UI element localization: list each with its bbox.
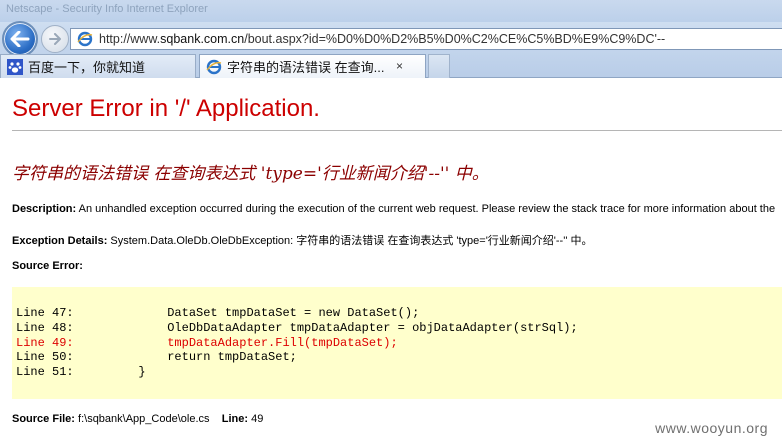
browser-chrome: Netscape - Security Info Internet Explor… xyxy=(0,0,782,78)
page-title: Server Error in '/' Application. xyxy=(12,95,320,122)
code-line: Line 47: DataSet tmpDataSet = new DataSe… xyxy=(16,306,419,320)
code-line: Line 51: } xyxy=(16,365,146,379)
address-url: http://www.sqbank.com.cn/bout.aspx?id=%D… xyxy=(99,32,665,46)
url-domain: sqbank.com.cn xyxy=(160,32,245,46)
tab-baidu-label: 百度一下，你就知道 xyxy=(28,60,146,75)
code-line-text: DataSet tmpDataSet = new DataSet(); xyxy=(73,306,420,320)
description-label: Description: xyxy=(12,203,77,215)
source-file-label: Source File: xyxy=(12,413,75,425)
source-code-box: Line 47: DataSet tmpDataSet = new DataSe… xyxy=(12,287,782,399)
source-error-label: Source Error: xyxy=(12,260,83,272)
code-line-number: Line 49: xyxy=(16,335,74,350)
ie-page-icon xyxy=(77,31,93,47)
description: Description: An unhandled exception occu… xyxy=(12,203,775,215)
tab-baidu[interactable]: 百度一下，你就知道 xyxy=(0,54,196,78)
error-message: 字符串的语法错误 在查询表达式 'type='行业新闻介绍'--'' 中。 xyxy=(12,164,489,184)
code-line-highlighted: Line 49: tmpDataAdapter.Fill(tmpDataSet)… xyxy=(16,336,398,350)
code-line-text: return tmpDataSet; xyxy=(73,350,297,365)
code-line-number: Line 48: xyxy=(16,320,74,335)
code-line: Line 50: return tmpDataSet; xyxy=(16,350,297,364)
tab-strip: 百度一下，你就知道 字符串的语法错误 在查询... × xyxy=(0,53,782,78)
url-prefix: http://www. xyxy=(99,32,161,46)
source-file: Source File: f:\sqbank\App_Code\ole.cs L… xyxy=(12,413,263,425)
description-text: An unhandled exception occurred during t… xyxy=(76,203,776,215)
code-line-text: OleDbDataAdapter tmpDataAdapter = objDat… xyxy=(73,320,578,335)
watermark: www.wooyun.org xyxy=(655,420,768,436)
title-divider xyxy=(12,130,782,131)
forward-arrow-icon xyxy=(49,33,61,45)
code-line: Line 48: OleDbDataAdapter tmpDataAdapter… xyxy=(16,321,578,335)
forward-button[interactable] xyxy=(41,25,69,53)
code-line-text: } xyxy=(73,365,146,380)
tab-active[interactable]: 字符串的语法错误 在查询... × xyxy=(199,54,426,78)
baidu-paw-icon xyxy=(7,58,23,75)
source-file-value: f:\sqbank\App_Code\ole.cs xyxy=(74,413,210,425)
line-value: 49 xyxy=(248,413,264,425)
code-line-number: Line 51: xyxy=(16,365,74,380)
code-line-text: tmpDataAdapter.Fill(tmpDataSet); xyxy=(73,335,398,350)
source-code: Line 47: DataSet tmpDataSet = new DataSe… xyxy=(16,306,578,380)
code-line-number: Line 47: xyxy=(16,306,74,320)
page-content: Server Error in '/' Application. 字符串的语法错… xyxy=(0,79,782,438)
address-bar[interactable]: http://www.sqbank.com.cn/bout.aspx?id=%D… xyxy=(70,28,782,50)
back-button[interactable] xyxy=(2,21,38,57)
tab-close-icon[interactable]: × xyxy=(396,59,403,73)
new-tab-button[interactable] xyxy=(428,54,450,78)
code-line-number: Line 50: xyxy=(16,350,74,365)
ie-tab-icon xyxy=(206,59,222,75)
window-title: Netscape - Security Info Internet Explor… xyxy=(6,3,208,15)
tab-active-label: 字符串的语法错误 在查询... xyxy=(227,60,385,75)
back-arrow-icon xyxy=(10,31,30,47)
exception-text: System.Data.OleDb.OleDbException: 字符串的语法… xyxy=(107,235,593,247)
exception-label: Exception Details: xyxy=(12,235,108,247)
title-bar: Netscape - Security Info Internet Explor… xyxy=(0,0,782,22)
exception-details: Exception Details: System.Data.OleDb.Ole… xyxy=(12,232,592,248)
line-label: Line: xyxy=(221,413,249,425)
url-path: /bout.aspx?id=%D0%D0%D2%B5%D0%C2%CE%C5%B… xyxy=(244,32,666,46)
